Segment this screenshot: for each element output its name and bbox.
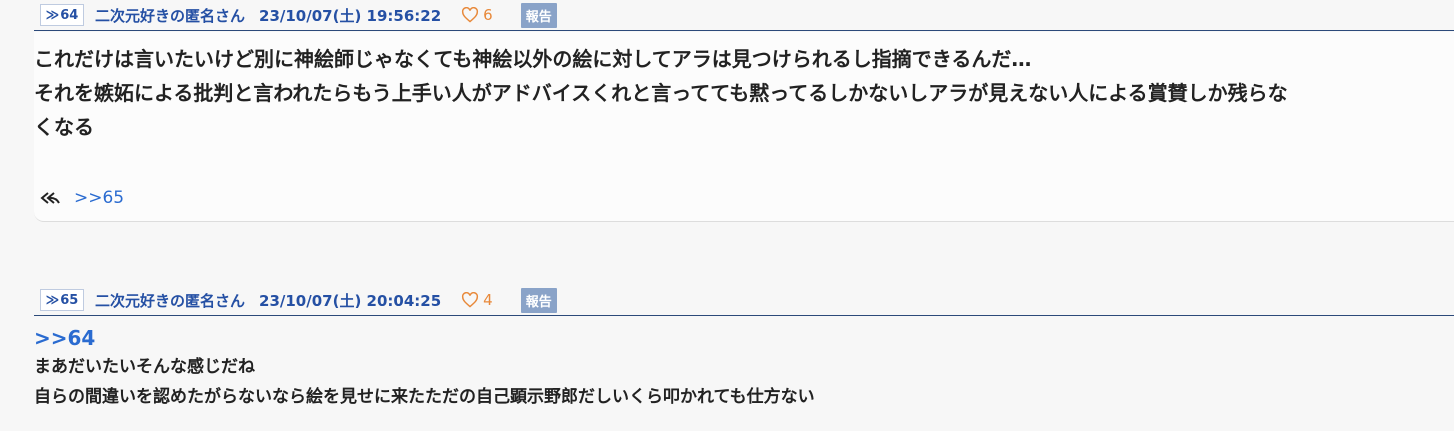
post-date: 23/10/07(土) 19:56:22 — [259, 6, 442, 25]
post-body: これだけは言いたいけど別に神絵師じゃなくても神絵以外の絵に対してアラは見つけられ… — [34, 42, 1288, 144]
post-65: ≫ 65 二次元好きの匿名さん 23/10/07(土) 20:04:25 4 報… — [34, 285, 1454, 412]
heart-icon — [462, 7, 479, 23]
reply-row: >>65 — [40, 188, 124, 208]
res-number: 65 — [60, 292, 79, 308]
post-line: これだけは言いたいけど別に神絵師じゃなくても神絵以外の絵に対してアラは見つけられ… — [34, 47, 1032, 71]
like-count: 6 — [483, 6, 493, 24]
like-button[interactable]: 4 — [461, 291, 493, 309]
double-chevron-icon: ≫ — [45, 7, 60, 23]
post-64: ≫ 64 二次元好きの匿名さん 23/10/07(土) 19:56:22 6 報… — [34, 0, 1454, 31]
post-line: 自らの間違いを認めたがらないなら絵を見せに来たただの自己顕示野郎だしいくら叩かれ… — [34, 387, 815, 407]
poster-name: 二次元好きの匿名さん — [95, 291, 246, 310]
heart-icon — [462, 292, 479, 308]
report-button[interactable]: 報告 — [520, 2, 557, 28]
reply-link[interactable]: >>65 — [74, 188, 124, 208]
report-button[interactable]: 報告 — [520, 287, 557, 313]
post-header: ≫ 65 二次元好きの匿名さん 23/10/07(土) 20:04:25 4 報… — [34, 285, 1454, 316]
like-button[interactable]: 6 — [461, 6, 493, 24]
double-chevron-icon: ≫ — [45, 292, 60, 308]
anchor-link[interactable]: >>64 — [34, 324, 1454, 352]
poster-name: 二次元好きの匿名さん — [95, 6, 246, 25]
post-64-body-card: これだけは言いたいけど別に神絵師じゃなくても神絵以外の絵に対してアラは見つけられ… — [34, 32, 1454, 222]
post-line: それを嫉妬による批判と言われたらもう上手い人がアドバイスくれと言ってても黙ってる… — [34, 81, 1288, 105]
post-header: ≫ 64 二次元好きの匿名さん 23/10/07(土) 19:56:22 6 報… — [34, 0, 1454, 31]
post-line: まあだいたいそんな感じだね — [34, 357, 255, 377]
like-count: 4 — [483, 291, 493, 309]
reply-icon[interactable] — [40, 191, 60, 205]
post-line: くなる — [34, 115, 94, 139]
post-body: >>64 まあだいたいそんな感じだね 自らの間違いを認めたがらないなら絵を見せに… — [34, 324, 1454, 412]
res-number-button[interactable]: ≫ 64 — [40, 4, 84, 26]
res-number-button[interactable]: ≫ 65 — [40, 289, 84, 311]
post-date: 23/10/07(土) 20:04:25 — [259, 291, 442, 310]
res-number: 64 — [60, 7, 79, 23]
